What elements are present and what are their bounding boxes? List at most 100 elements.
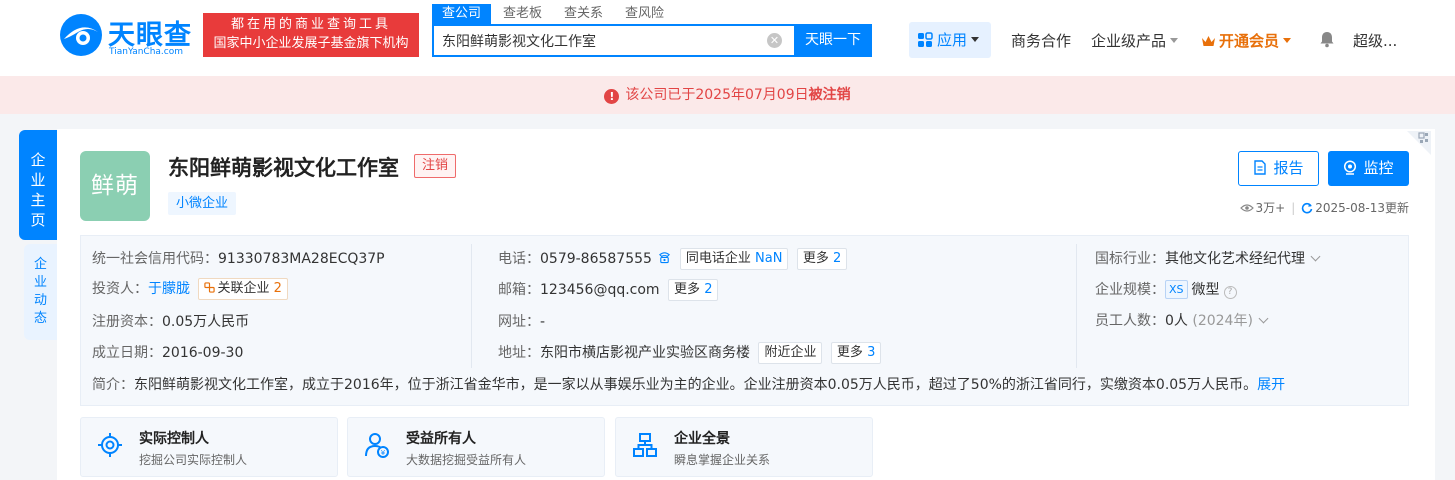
email-label: 邮箱： (498, 282, 540, 298)
chevron-down-icon (1170, 38, 1179, 43)
nav-enterprise-label: 企业级产品 (1091, 32, 1167, 50)
slogan-badge: 都在用的商业查询工具 国家中小企业发展子基金旗下机构 (203, 13, 419, 57)
side-tab-home-label: 企业主页 (30, 151, 46, 229)
company-name: 东阳鲜萌影视文化工作室 (168, 156, 399, 180)
phone-label: 电话： (498, 251, 540, 267)
bell-icon[interactable] (1318, 30, 1336, 48)
slogan-line-2: 国家中小企业发展子基金旗下机构 (213, 36, 409, 51)
address-more-label: 更多 (836, 345, 863, 360)
scale-badge: XS (1165, 280, 1188, 299)
side-tab-news-label: 企业动态 (34, 257, 48, 326)
email-row: 邮箱：123456@qq.com 更多 2 (498, 279, 719, 301)
document-icon (1254, 160, 1267, 175)
link-icon (204, 282, 216, 293)
same-phone-label: 同电话企业 (685, 251, 751, 266)
user-menu[interactable]: 超级... (1353, 30, 1397, 51)
stats-divider: | (1291, 201, 1296, 215)
apps-menu[interactable]: 应用 (909, 22, 991, 58)
feature-card-controller[interactable]: 实际控制人 挖掘公司实际控制人 (80, 417, 338, 477)
search-input[interactable] (434, 26, 749, 55)
report-label: 报告 (1273, 159, 1304, 177)
company-card: 鲜萌 东阳鲜萌影视文化工作室 注销 小微企业 报告 监控 3万+ | 2025-08… (57, 129, 1435, 480)
slogan-line-1: 都在用的商业查询工具 (230, 17, 391, 32)
target-icon (98, 433, 122, 457)
nav-vip[interactable]: 开通会员 (1201, 30, 1292, 51)
related-count: 2 (273, 281, 282, 296)
credit-code-label: 统一社会信用代码： (92, 251, 218, 267)
expand-link[interactable]: 展开 (1257, 377, 1285, 393)
chevron-down-icon[interactable] (1258, 313, 1269, 324)
monitor-button[interactable]: 监控 (1328, 151, 1409, 186)
logo-eye-icon (60, 14, 102, 56)
phone-more-button[interactable]: 更多 2 (796, 248, 848, 270)
crown-icon (1202, 36, 1215, 46)
help-icon[interactable]: ? (1223, 286, 1237, 299)
status-badge: 注销 (414, 154, 457, 178)
address-more-button[interactable]: 更多 3 (830, 342, 882, 364)
company-tag[interactable]: 小微企业 (168, 192, 237, 215)
address-row: 地址：东阳市横店影视产业实验区商务楼 附近企业 更多 3 (498, 342, 882, 364)
tab-risk[interactable]: 查风险 (615, 4, 674, 24)
monitor-label: 监控 (1363, 159, 1394, 177)
company-avatar: 鲜萌 (80, 151, 150, 221)
same-phone-button[interactable]: 同电话企业 NaN (679, 248, 789, 270)
chevron-down-icon[interactable] (1310, 251, 1321, 262)
clear-icon[interactable]: ✕ (767, 33, 782, 48)
refresh-icon[interactable] (1301, 202, 1313, 214)
tab-company[interactable]: 查公司 (432, 4, 492, 24)
banner-text: 该公司已于2025年07月09日 (625, 87, 809, 103)
credit-code-value[interactable]: 91330783MA28ECQ37P (218, 251, 385, 267)
brand-logo[interactable]: 天眼查 TianYanCha.com (58, 10, 198, 62)
intro-row: 简介：东阳鲜萌影视文化工作室，成立于2016年，位于浙江省金华市，是一家以从事娱… (92, 374, 1285, 394)
investor-link[interactable]: 于朦胧 (148, 281, 190, 297)
email-value[interactable]: 123456@qq.com (540, 282, 660, 298)
svg-text:¥: ¥ (381, 449, 386, 457)
founded-label: 成立日期： (92, 345, 162, 361)
search-button[interactable]: 天眼一下 (794, 24, 872, 57)
cancellation-banner: ! 该公司已于2025年07月09日被注销 (0, 76, 1455, 114)
search-box: ✕ (432, 24, 794, 57)
industry-row: 国标行业：其他文化艺术经纪代理 (1095, 248, 1321, 268)
capital-row: 注册资本：0.05万人民币 (92, 311, 249, 331)
founded-row: 成立日期：2016-09-30 (92, 342, 243, 362)
nav-enterprise[interactable]: 企业级产品 (1091, 30, 1179, 51)
report-button[interactable]: 报告 (1238, 151, 1319, 186)
chevron-down-icon (971, 37, 980, 42)
address-more-count: 3 (867, 345, 876, 360)
qr-code-icon[interactable] (1405, 129, 1431, 155)
nearby-companies-button[interactable]: 附近企业 (758, 342, 823, 364)
phone-more-count: 2 (833, 251, 842, 266)
alert-icon: ! (604, 89, 620, 104)
website-row: 网址：- (498, 311, 545, 331)
org-chart-icon (633, 433, 657, 457)
phone-value[interactable]: 0579-86587555 (540, 251, 652, 267)
scale-value: 微型 (1191, 282, 1220, 298)
scale-label: 企业规模： (1095, 282, 1165, 298)
tab-boss[interactable]: 查老板 (493, 4, 552, 24)
beneficiary-icon: ¥ (365, 433, 389, 458)
capital-label: 注册资本： (92, 314, 162, 330)
feature-card-beneficiary[interactable]: ¥ 受益所有人 大数据挖掘受益所有人 (347, 417, 605, 477)
website-label: 网址： (498, 314, 540, 330)
phone-icon[interactable] (658, 251, 671, 264)
nav-business[interactable]: 商务合作 (1011, 30, 1071, 51)
email-more-button[interactable]: 更多 2 (668, 279, 719, 301)
website-value: - (540, 314, 546, 330)
tab-relation[interactable]: 查关系 (554, 4, 613, 24)
related-companies-button[interactable]: 关联企业 2 (198, 278, 288, 300)
phone-row: 电话：0579-86587555 同电话企业 NaN 更多 2 (498, 248, 848, 270)
related-label: 关联企业 (217, 281, 270, 296)
brand-domain: TianYanCha.com (109, 47, 184, 57)
side-tab-home[interactable]: 企业主页 (19, 130, 57, 240)
top-header: 天眼查 TianYanCha.com 都在用的商业查询工具 国家中小企业发展子基… (0, 0, 1455, 76)
side-tab-news[interactable]: 企业动态 (24, 244, 57, 340)
intro-text: 东阳鲜萌影视文化工作室，成立于2016年，位于浙江省金华市，是一家以从事娱乐业为… (134, 377, 1258, 393)
staff-label: 员工人数： (1095, 313, 1165, 329)
feature-title: 实际控制人 (139, 431, 209, 447)
feature-desc: 挖掘公司实际控制人 (139, 453, 248, 467)
apps-grid-icon (918, 32, 933, 47)
feature-card-panorama[interactable]: 企业全景 瞬息掌握企业关系 (615, 417, 873, 477)
update-date: 2025-08-13更新 (1315, 201, 1409, 215)
chevron-down-icon (1283, 38, 1292, 43)
industry-value[interactable]: 其他文化艺术经纪代理 (1165, 251, 1305, 267)
